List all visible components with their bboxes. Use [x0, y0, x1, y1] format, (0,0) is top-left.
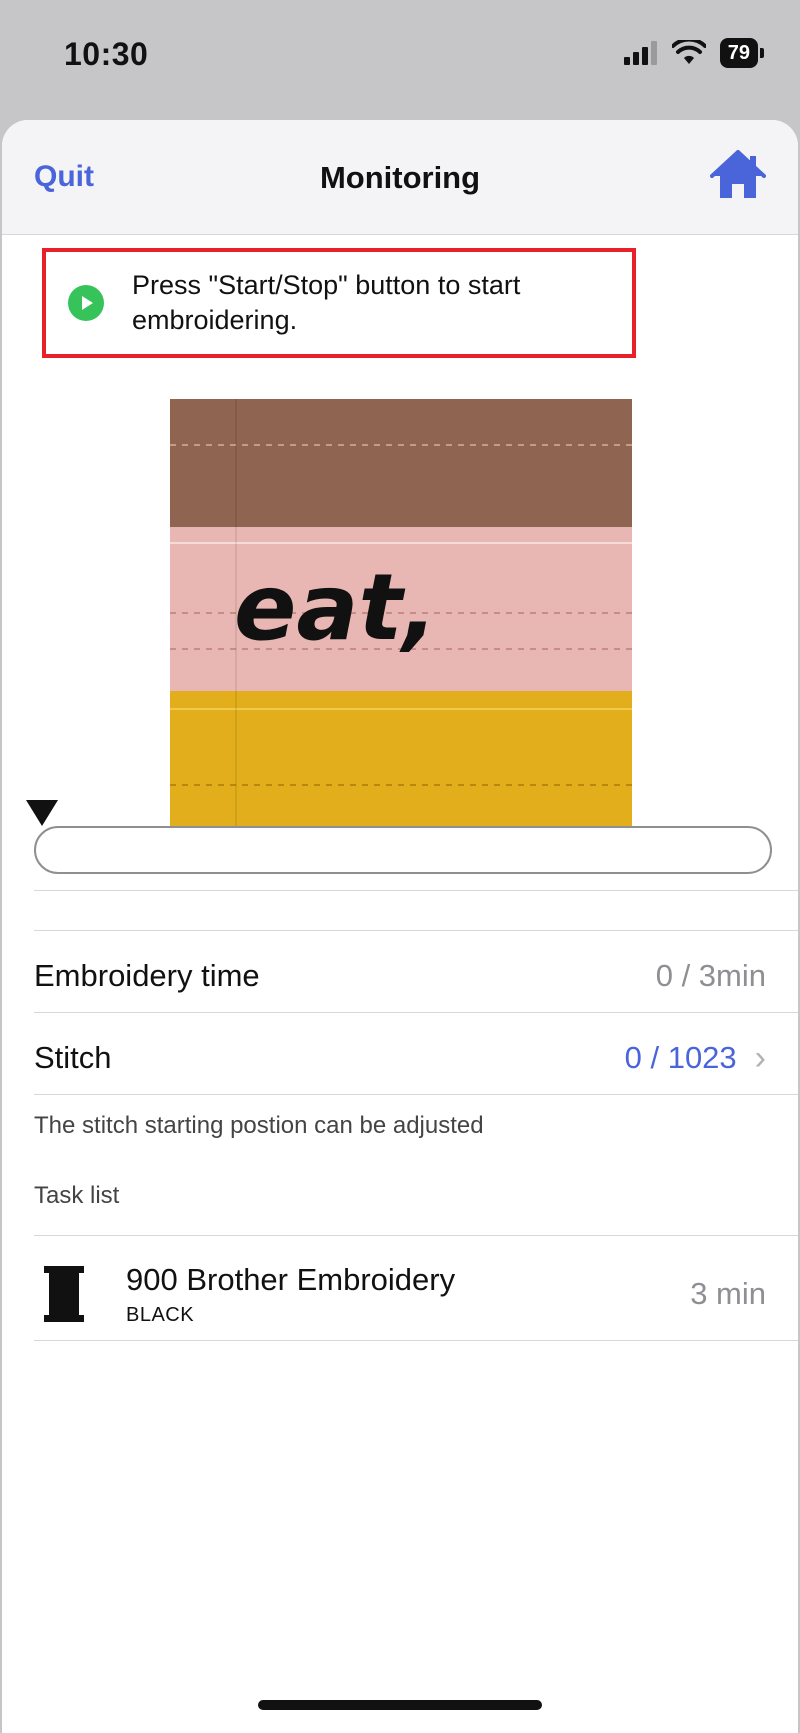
- task-list-item[interactable]: 900 Brother Embroidery BLACK 3 min: [34, 1236, 766, 1352]
- stitch-value: 0 / 1023: [624, 1040, 737, 1075]
- embroidery-text: eat,: [234, 554, 437, 661]
- page-title: Monitoring: [319, 160, 481, 195]
- stitch-label: Stitch: [34, 1040, 112, 1075]
- embroidery-time-value: 0 / 3min: [655, 958, 766, 993]
- divider: [34, 1340, 798, 1341]
- start-instruction-notice: Press "Start/Stop" button to start embro…: [42, 248, 636, 358]
- status-bar: 10:30 79: [0, 0, 800, 110]
- embroidery-preview-image: eat,: [170, 399, 632, 857]
- thread-spool-icon: [44, 1266, 84, 1322]
- status-time: 10:30: [64, 36, 149, 72]
- play-icon: [68, 285, 104, 321]
- task-list-header: Task list: [34, 1182, 120, 1209]
- stitch-adjust-note: The stitch starting postion can be adjus…: [34, 1112, 484, 1139]
- embroidery-time-row: Embroidery time 0 / 3min: [34, 931, 766, 1021]
- home-indicator: [258, 1700, 542, 1710]
- navigation-bar: Quit Monitoring: [2, 120, 798, 235]
- notice-text: Press "Start/Stop" button to start embro…: [132, 270, 521, 335]
- chevron-right-icon: ›: [754, 1038, 766, 1077]
- battery-indicator: 79: [719, 38, 765, 68]
- stitch-value-link[interactable]: 0 / 1023 ›: [625, 1039, 766, 1078]
- divider: [34, 1094, 798, 1095]
- monitoring-sheet: Quit Monitoring Press "Start/Stop" butto…: [2, 120, 798, 1733]
- task-thread-color: BLACK: [126, 1303, 195, 1326]
- embroidery-time-label: Embroidery time: [34, 958, 260, 993]
- divider: [34, 890, 798, 891]
- stitch-row[interactable]: Stitch 0 / 1023 ›: [34, 1013, 766, 1103]
- stitch-progress-bar[interactable]: [34, 826, 772, 874]
- progress-marker-icon[interactable]: [26, 800, 58, 826]
- task-thread-name: 900 Brother Embroidery: [126, 1261, 456, 1297]
- cellular-signal-icon: [623, 41, 657, 65]
- status-icons: 79: [623, 38, 765, 68]
- task-duration: 3 min: [690, 1276, 766, 1311]
- home-icon[interactable]: [710, 150, 766, 202]
- task-info: 900 Brother Embroidery BLACK: [126, 1262, 690, 1327]
- wifi-icon: [671, 40, 706, 64]
